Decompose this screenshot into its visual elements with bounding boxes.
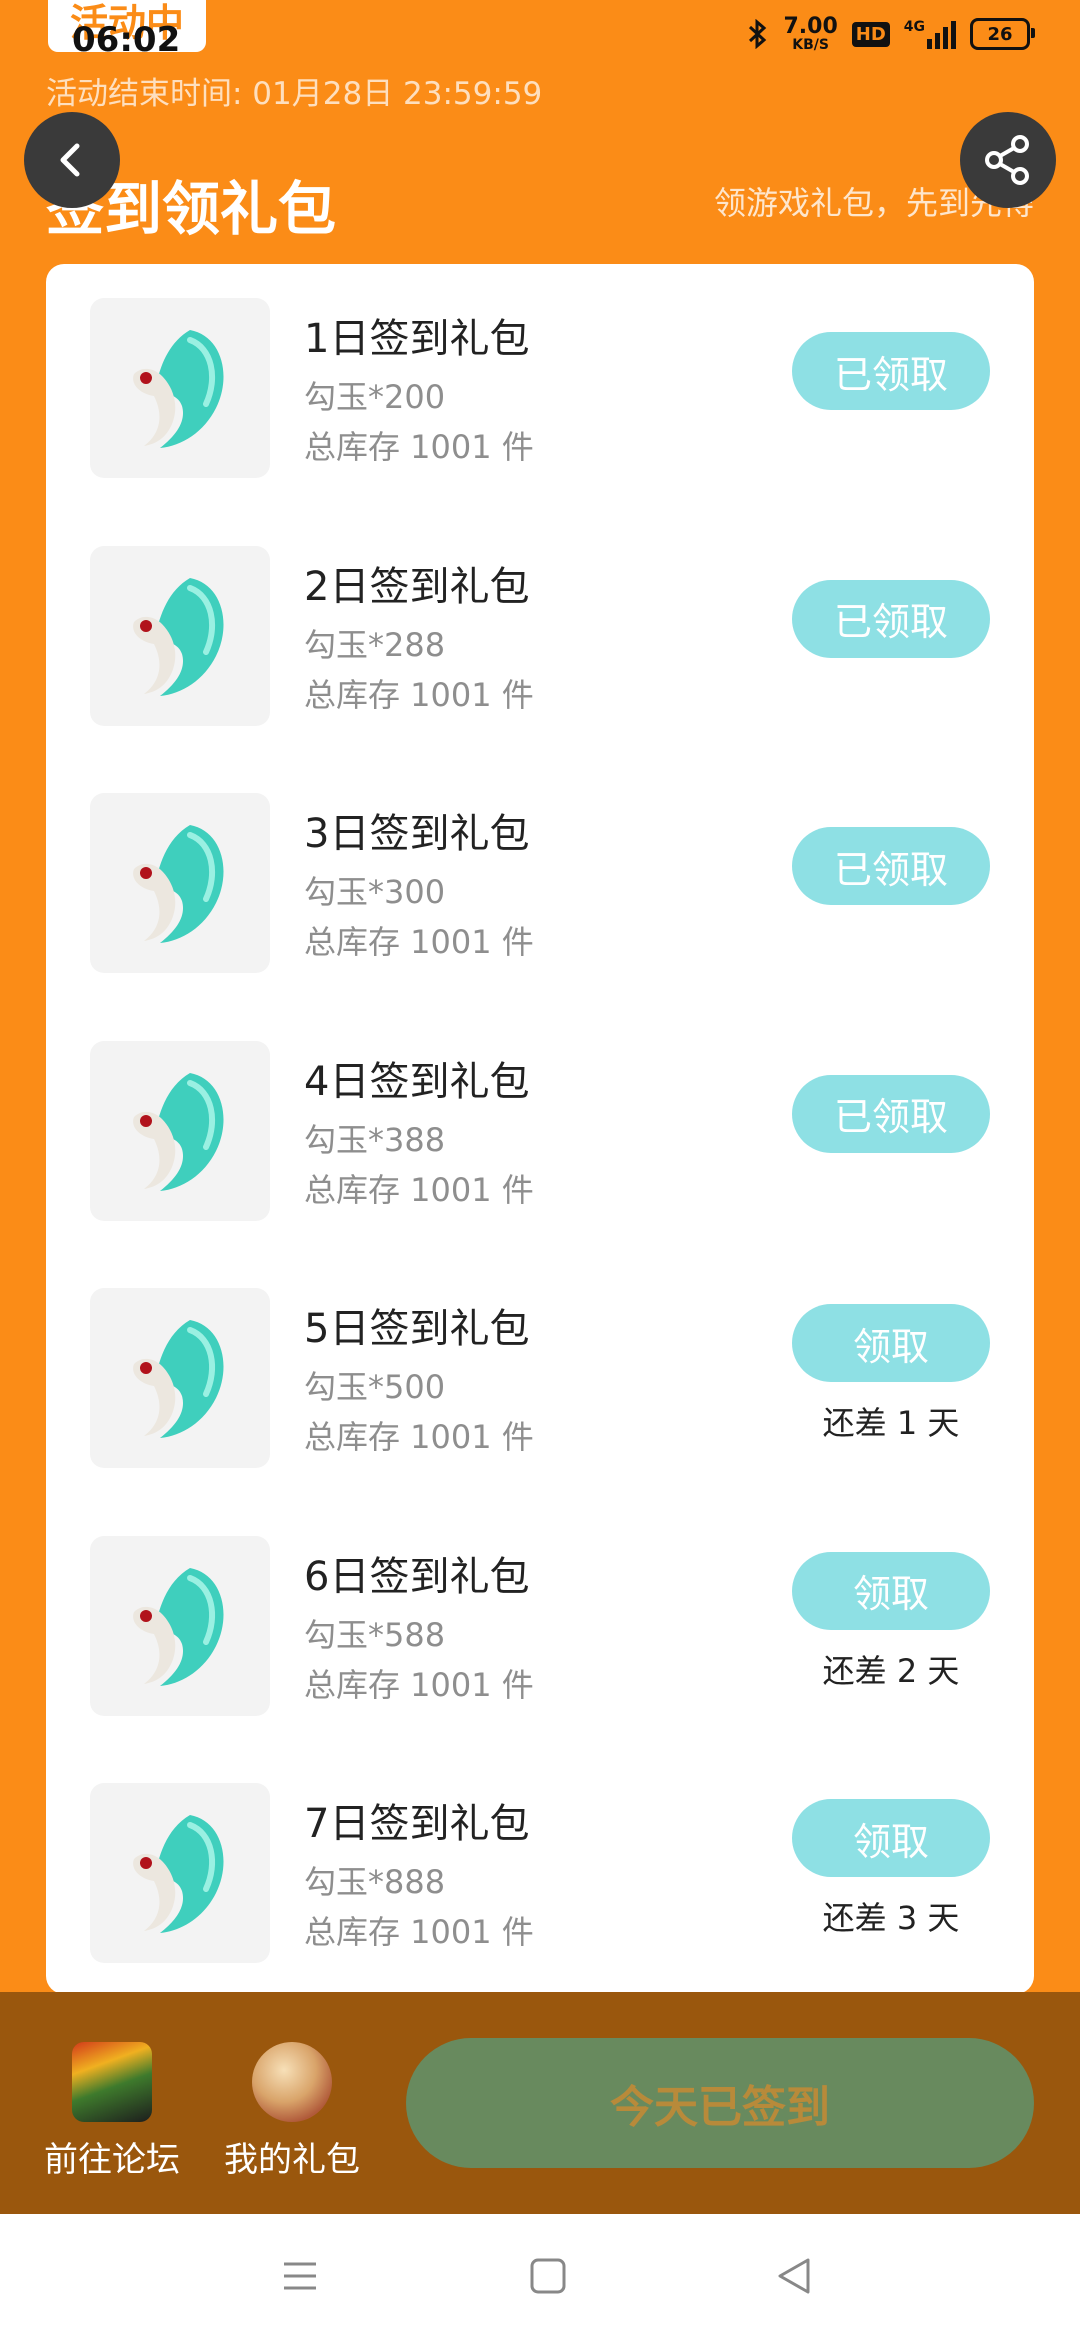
forum-button[interactable]: 前往论坛 bbox=[32, 2042, 192, 2181]
network-type-label: 4G bbox=[903, 19, 925, 35]
days-remaining: 还差 3 天 bbox=[822, 1899, 960, 1937]
gift-title: 4日签到礼包 bbox=[304, 1058, 530, 1105]
gift-stock: 总库存 1001 件 bbox=[304, 1418, 534, 1456]
chevron-left-icon bbox=[60, 143, 80, 177]
share-icon bbox=[985, 135, 1029, 185]
gift-title: 7日签到礼包 bbox=[304, 1801, 530, 1847]
magatama-jade-icon bbox=[133, 330, 224, 448]
days-remaining: 还差 2 天 bbox=[822, 1651, 960, 1690]
claim-button[interactable]: 领取 bbox=[792, 1551, 990, 1630]
gift-stock: 总库存 1001 件 bbox=[304, 923, 534, 961]
magatama-jade-icon bbox=[133, 1815, 224, 1933]
gift-thumbnail bbox=[90, 1040, 270, 1221]
magatama-jade-icon bbox=[133, 825, 224, 943]
home-icon[interactable] bbox=[526, 2254, 570, 2298]
gift-title: 3日签到礼包 bbox=[304, 811, 530, 857]
magatama-jade-icon bbox=[133, 1320, 224, 1438]
gift-row: 3日签到礼包勾玉*300 总库存 1001 件 已领取 bbox=[46, 793, 1034, 973]
gift-thumbnail bbox=[90, 1783, 270, 1963]
gift-description: 勾玉*388 bbox=[304, 1120, 446, 1159]
gift-thumbnail bbox=[90, 1535, 270, 1716]
status-time: 06:02 bbox=[72, 20, 181, 60]
hd-icon: HD bbox=[851, 21, 890, 47]
gift-stock: 总库存 1001 件 bbox=[304, 1913, 534, 1951]
forum-game-icon bbox=[72, 2042, 152, 2122]
battery-icon: 26 bbox=[970, 18, 1035, 50]
my-gifts-button[interactable]: 我的礼包 bbox=[212, 2042, 372, 2181]
bluetooth-icon bbox=[749, 19, 767, 49]
gift-description: 勾玉*588 bbox=[304, 1615, 446, 1654]
gift-row: 1日签到礼包勾玉*200 总库存 1001 件 已领取 bbox=[46, 298, 1034, 478]
claim-button[interactable]: 领取 bbox=[792, 1304, 990, 1382]
activity-end-time: 活动结束时间: 01月28日 23:59:59 bbox=[46, 76, 543, 112]
menu-icon[interactable] bbox=[278, 2254, 322, 2298]
back-button[interactable] bbox=[24, 112, 120, 208]
share-button[interactable] bbox=[960, 112, 1056, 208]
network-speed-unit: KB/S bbox=[792, 37, 829, 53]
gift-row: 4日签到礼包勾玉*388 总库存 1001 件 已领取 bbox=[46, 1040, 1034, 1221]
gift-row: 6日签到礼包勾玉*588 总库存 1001 件 领取还差 2 天 bbox=[46, 1535, 1034, 1716]
gift-thumbnail bbox=[90, 793, 270, 973]
gift-stock: 总库存 1001 件 bbox=[304, 428, 534, 466]
claim-button[interactable]: 领取 bbox=[792, 1799, 990, 1877]
gift-thumbnail bbox=[90, 298, 270, 478]
forum-label: 前往论坛 bbox=[44, 2140, 180, 2180]
gift-row: 5日签到礼包勾玉*500 总库存 1001 件 领取还差 1 天 bbox=[46, 1288, 1034, 1468]
my-gifts-avatar-icon bbox=[252, 2042, 332, 2122]
magatama-jade-icon bbox=[133, 1072, 224, 1191]
magatama-jade-icon bbox=[133, 1567, 224, 1686]
claim-button[interactable]: 已领取 bbox=[792, 579, 990, 658]
gift-stock: 总库存 1001 件 bbox=[304, 1170, 534, 1209]
network-speed: 7.00 KB/S bbox=[783, 14, 838, 53]
claim-button[interactable]: 已领取 bbox=[792, 827, 990, 905]
gift-stock: 总库存 1001 件 bbox=[304, 675, 534, 714]
my-gifts-label: 我的礼包 bbox=[224, 2140, 360, 2180]
gift-thumbnail bbox=[90, 545, 270, 726]
gift-description: 勾玉*300 bbox=[304, 873, 446, 911]
magatama-jade-icon bbox=[133, 577, 224, 696]
system-nav-bar bbox=[0, 2214, 1080, 2340]
gift-row: 7日签到礼包勾玉*888 总库存 1001 件 领取还差 3 天 bbox=[46, 1783, 1034, 1963]
gift-description: 勾玉*888 bbox=[304, 1863, 446, 1901]
gift-list: 1日签到礼包 勾玉*200 总库存 1001 件已领取 2日签到礼包 勾玉*288 总库存… bbox=[46, 264, 1034, 1994]
gift-title: 2日签到礼包 bbox=[304, 563, 530, 610]
back-nav-icon[interactable] bbox=[772, 2254, 816, 2298]
claim-button[interactable]: 已领取 bbox=[792, 332, 990, 410]
gift-description: 勾玉*200 bbox=[304, 378, 446, 416]
checkin-button[interactable]: 今天已签到 bbox=[406, 2038, 1034, 2168]
network-speed-value: 7.00 bbox=[783, 14, 838, 39]
gift-stock: 总库存 1001 件 bbox=[304, 1665, 534, 1704]
bottom-bar: 前往论坛 我的礼包 今天已签到 bbox=[0, 1992, 1080, 2214]
gift-title: 5日签到礼包 bbox=[304, 1306, 530, 1352]
gift-description: 勾玉*288 bbox=[304, 625, 446, 664]
gift-title: 6日签到礼包 bbox=[304, 1553, 530, 1600]
claim-button[interactable]: 已领取 bbox=[792, 1074, 990, 1153]
gift-title: 1日签到礼包 bbox=[304, 316, 530, 362]
gift-row: 2日签到礼包勾玉*288 总库存 1001 件 已领取 bbox=[46, 545, 1034, 726]
battery-level: 26 bbox=[987, 23, 1013, 45]
days-remaining: 还差 1 天 bbox=[822, 1404, 960, 1442]
gift-thumbnail bbox=[90, 1288, 270, 1468]
status-icons: 7.00 KB/S HD 4G 26 bbox=[747, 14, 1035, 53]
gift-description: 勾玉*500 bbox=[304, 1368, 446, 1406]
signal-icon: 4G bbox=[904, 19, 956, 49]
